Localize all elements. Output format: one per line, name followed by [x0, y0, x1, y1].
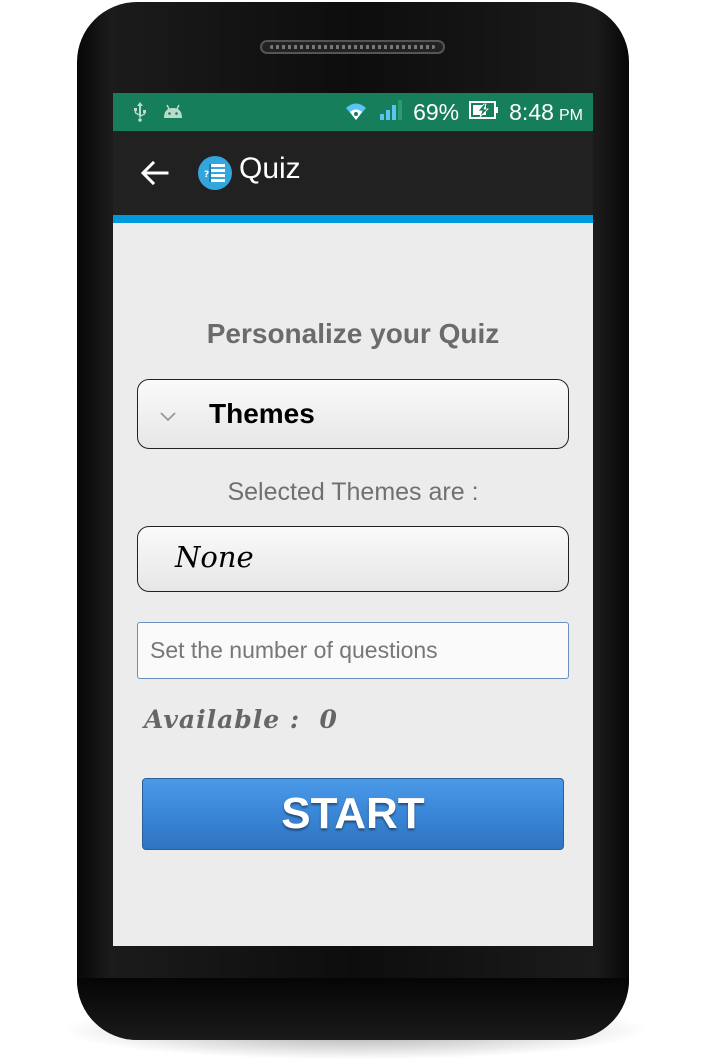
action-bar: ? Quiz: [113, 131, 593, 215]
themes-spinner-label: Themes: [209, 398, 315, 429]
phone-chin: [77, 978, 629, 1040]
selected-themes-value: None: [175, 540, 254, 574]
selected-themes-label: Selected Themes are :: [227, 478, 479, 506]
selected-themes-box: None: [137, 526, 569, 592]
quiz-app-icon: ?: [198, 156, 232, 190]
chevron-down-icon: [159, 408, 177, 427]
actionbar-accent-line: [113, 215, 593, 223]
signal-icon: [379, 99, 403, 125]
clock: 8:48 PM: [509, 99, 583, 126]
speaker-grille: [260, 40, 445, 54]
start-button-label: START: [281, 789, 425, 838]
clock-time: 8:48: [509, 98, 554, 125]
battery-charging-icon: [469, 100, 499, 124]
start-button[interactable]: START: [142, 778, 564, 850]
themes-spinner[interactable]: Themes: [137, 379, 569, 449]
clock-ampm: PM: [559, 106, 583, 124]
android-icon: [161, 102, 185, 126]
page-heading: Personalize your Quiz: [206, 318, 500, 349]
app-title: Quiz: [239, 152, 301, 185]
back-button[interactable]: [139, 158, 171, 188]
back-arrow-icon: [139, 160, 171, 192]
available-count: Available : 0: [144, 705, 338, 734]
status-bar: 69% 8:48 PM: [113, 93, 593, 131]
battery-percent: 69%: [413, 98, 460, 125]
question-count-input[interactable]: [137, 622, 569, 679]
svg-text:?: ?: [204, 170, 209, 180]
phone-screen: 69% 8:48 PM ? Quiz Personalize your Quiz…: [113, 93, 593, 946]
wifi-icon: [343, 98, 369, 126]
usb-icon: [133, 102, 147, 126]
